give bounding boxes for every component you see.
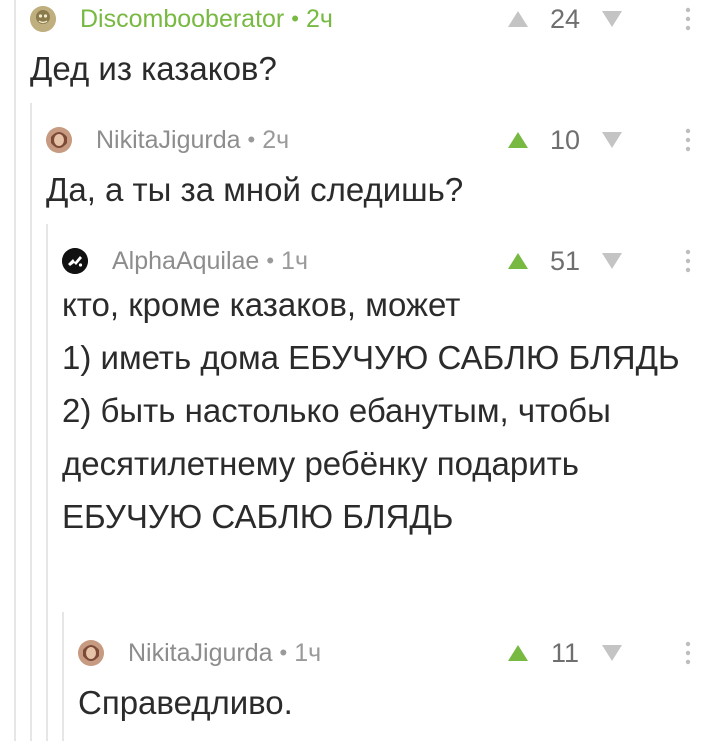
avatar-icon[interactable]	[78, 640, 104, 666]
author-name[interactable]: AlphaAquilae	[112, 247, 259, 276]
more-options-icon[interactable]	[680, 5, 696, 33]
comment-text: Справедливо.	[78, 684, 293, 721]
comment-text: кто, кроме казаков, может 1) иметь дома …	[62, 286, 680, 535]
comment-rating: 11	[550, 637, 580, 668]
more-options-icon[interactable]	[680, 247, 696, 275]
comment-text: Да, а ты за мной следишь?	[46, 171, 464, 208]
vote-controls: 11	[505, 634, 625, 672]
avatar-icon[interactable]	[62, 248, 88, 274]
vote-controls: 51	[505, 242, 625, 280]
author-name[interactable]: NikitaJigurda	[96, 126, 241, 155]
separator-dot: •	[266, 248, 275, 273]
avatar-icon[interactable]	[46, 127, 72, 153]
author-name[interactable]: Discombooberator	[80, 5, 284, 34]
more-options-icon[interactable]	[680, 126, 696, 154]
comment-time[interactable]: 1ч	[281, 247, 308, 276]
downvote-icon[interactable]	[599, 128, 625, 152]
upvote-icon[interactable]	[505, 249, 531, 273]
vote-controls: 24	[505, 0, 625, 38]
thread-line-level-2	[30, 103, 32, 741]
upvote-icon[interactable]	[505, 7, 531, 31]
more-options-icon[interactable]	[680, 639, 696, 667]
downvote-icon[interactable]	[599, 249, 625, 273]
comment-discombooberator: Discombooberator • 2ч 24 Дед из казаков?	[30, 0, 720, 95]
comment-nikitajigurda-2: NikitaJigurda • 1ч 11 Справедливо.	[78, 634, 720, 729]
upvote-icon[interactable]	[505, 641, 531, 665]
comment-text: Дед из казаков?	[30, 50, 277, 87]
comment-alphaaquilae: AlphaAquilae • 1ч 51 кто, кроме казаков,…	[62, 242, 720, 543]
avatar-icon[interactable]	[30, 6, 56, 32]
comment-rating: 51	[549, 245, 581, 276]
downvote-icon[interactable]	[599, 641, 625, 665]
comment-rating: 24	[549, 3, 581, 34]
thread-line-level-3	[46, 224, 48, 741]
downvote-icon[interactable]	[599, 7, 625, 31]
separator-dot: •	[279, 640, 288, 665]
comment-nikitajigurda-1: NikitaJigurda • 2ч 10 Да, а ты за мной с…	[46, 121, 720, 216]
vote-controls: 10	[505, 121, 625, 159]
separator-dot: •	[291, 6, 299, 31]
thread-line-level-1	[14, 0, 16, 741]
comment-time[interactable]: 2ч	[262, 126, 289, 155]
author-name[interactable]: NikitaJigurda	[128, 639, 273, 668]
comment-time[interactable]: 2ч	[306, 5, 333, 34]
upvote-icon[interactable]	[505, 128, 531, 152]
thread-line-level-4	[62, 612, 64, 741]
comment-rating: 10	[549, 124, 581, 155]
comment-time[interactable]: 1ч	[294, 639, 321, 668]
separator-dot: •	[247, 127, 256, 152]
